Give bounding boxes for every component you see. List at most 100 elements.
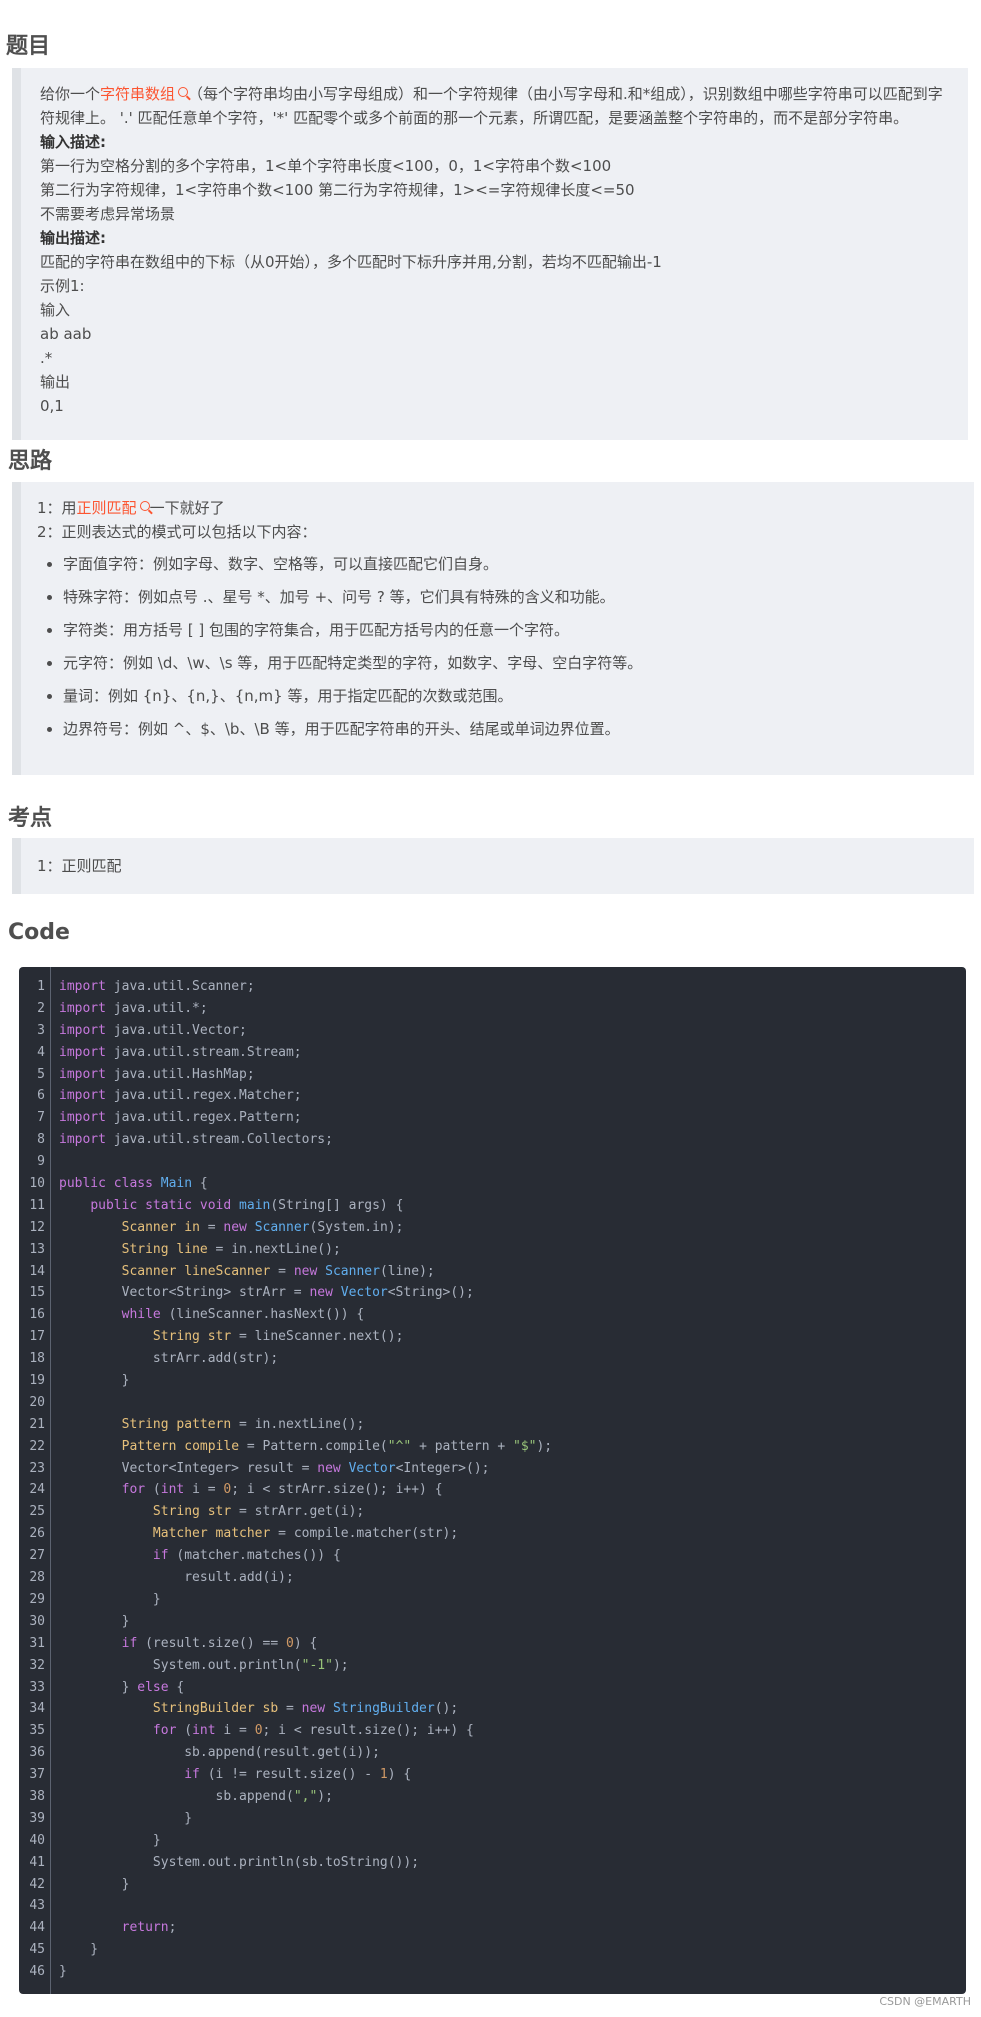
line-number: 23 <box>29 1460 45 1476</box>
output-line: 输出 <box>40 373 71 391</box>
line-number: 22 <box>29 1438 45 1454</box>
code-line: StringBuilder sb = new StringBuilder(); <box>152 1701 459 1717</box>
output-line: .* <box>40 349 53 367</box>
code-line: } <box>59 1613 130 1629</box>
line-number: 33 <box>29 1679 45 1695</box>
search-icon[interactable] <box>139 501 150 511</box>
line-number: 46 <box>29 1964 45 1980</box>
line-number: 16 <box>29 1307 45 1323</box>
code-line: Vector<String> strArr = new Vector<Strin… <box>59 1285 474 1301</box>
line-number: 40 <box>29 1832 45 1848</box>
line-number: 29 <box>29 1591 45 1607</box>
desc-prefix: 给你一个 <box>40 85 101 103</box>
line-number: 13 <box>29 1241 45 1257</box>
key-points-box: 1：正则匹配 <box>12 838 974 894</box>
code-line: System.out.println(sb.toString()); <box>59 1854 420 1870</box>
code-line: for (int i = 0; i < strArr.size(); i++) … <box>121 1482 443 1498</box>
code-line: import java.util.regex.Matcher; <box>59 1088 302 1104</box>
desc-rest: （每个字符串均由小写字母组成）和一个字符规律（由小写字母和.和*组成），识别数组… <box>40 85 943 127</box>
code-line: } <box>59 1832 161 1848</box>
line-number: 34 <box>29 1701 45 1717</box>
code-line: String pattern = in.nextLine(); <box>121 1416 365 1432</box>
code-line: for (int i = 0; i < result.size(); i++) … <box>152 1723 474 1739</box>
line-number: 14 <box>29 1263 45 1279</box>
line-number: 1 <box>37 979 45 994</box>
code-line: import java.util.HashMap; <box>59 1066 255 1082</box>
input-line: 不需要考虑异常场景 <box>40 205 176 223</box>
list-item: 字面值字符：例如字母、数字、空格等，可以直接匹配它们自身。 <box>63 548 962 581</box>
output-line: 匹配的字符串在数组中的下标（从0开始），多个匹配时下标升序并用,分割，若均不匹配… <box>40 253 662 271</box>
line-number: 11 <box>29 1197 45 1213</box>
output-line: 示例1: <box>40 277 85 295</box>
line-number: 35 <box>29 1723 45 1739</box>
code-line: import java.util.regex.Pattern; <box>59 1110 302 1126</box>
line-number: 5 <box>37 1066 45 1082</box>
code-line: result.add(i); <box>59 1570 294 1586</box>
line-number: 25 <box>29 1504 45 1520</box>
list-item: 特殊字符：例如点号 .、星号 *、加号 +、问号 ? 等，它们具有特殊的含义和功… <box>63 581 962 614</box>
code-line: sb.append(","); <box>59 1788 333 1804</box>
line-number: 3 <box>37 1022 45 1038</box>
code-line: } else { <box>59 1679 185 1695</box>
code-line: if (i != result.size() - 1) { <box>184 1767 412 1783</box>
problem-box: 给你一个字符串数组 （每个字符串均由小写字母组成）和一个字符规律（由小写字母和.和… <box>12 68 968 440</box>
line-number: 42 <box>29 1876 45 1892</box>
code-line: public class Main { <box>59 1176 208 1192</box>
idea-line-2: 2：正则表达式的模式可以包括以下内容： <box>37 523 317 541</box>
line-number: 20 <box>29 1394 45 1410</box>
code-line: return; <box>121 1920 177 1936</box>
idea-line-1-suffix: 一下就好了 <box>149 499 225 517</box>
code-line: sb.append(result.get(i)); <box>59 1745 380 1761</box>
code-line: } <box>59 1876 130 1892</box>
output-line: ab aab <box>40 325 92 343</box>
idea-line-1-prefix: 1：用 <box>37 499 77 517</box>
line-number: 39 <box>29 1810 45 1826</box>
line-number: 45 <box>29 1942 45 1958</box>
code-line: Matcher matcher = compile.matcher(str); <box>152 1526 459 1542</box>
code-line: import java.util.*; <box>59 1000 208 1016</box>
code-line: import java.util.stream.Collectors; <box>59 1132 333 1148</box>
line-number: 26 <box>29 1526 45 1542</box>
line-number: 43 <box>29 1898 45 1914</box>
heading-idea: 思路 <box>8 449 53 474</box>
heading-key-points: 考点 <box>8 806 53 831</box>
code-line: public static void main(String[] args) { <box>90 1197 404 1213</box>
line-number: 32 <box>29 1657 45 1673</box>
search-icon[interactable] <box>178 87 189 97</box>
code-line: if (result.size() == 0) { <box>121 1635 318 1651</box>
code-line: import java.util.Vector; <box>59 1022 247 1038</box>
list-item: 边界符号：例如 ^、$、\b、\B 等，用于匹配字符串的开头、结尾或单词边界位置… <box>63 713 962 746</box>
code-line: if (matcher.matches()) { <box>152 1548 341 1564</box>
line-number: 2 <box>37 1000 45 1016</box>
code-line: import java.util.stream.Stream; <box>59 1044 302 1060</box>
code-line: } <box>59 1942 99 1958</box>
code-line: } <box>59 1810 193 1826</box>
code-line: String str = strArr.get(i); <box>152 1504 365 1520</box>
line-number: 12 <box>29 1219 45 1235</box>
line-number: 10 <box>29 1176 45 1192</box>
line-number: 18 <box>29 1351 45 1367</box>
idea-bullet-list: 字面值字符：例如字母、数字、空格等，可以直接匹配它们自身。 特殊字符：例如点号 … <box>37 548 962 746</box>
line-number: 44 <box>29 1920 45 1936</box>
line-number: 38 <box>29 1788 45 1804</box>
code-line: } <box>59 1591 161 1607</box>
list-item: 元字符：例如 \d、\w、\s 等，用于匹配特定类型的字符，如数字、字母、空白字… <box>63 647 962 680</box>
input-line: 第二行为字符规律，1<字符串个数<100 第二行为字符规律，1><=字符规律长度… <box>40 181 635 199</box>
line-number: 37 <box>29 1767 45 1783</box>
line-number: 21 <box>29 1416 45 1432</box>
code-block: 1 2 3 4 5 6 7 8 9 10 11 12 13 14 15 16 17 18 19 20 21 22 23 24 2… <box>19 967 966 1994</box>
code-lines: import java.util.Scanner; import java.uti… <box>59 976 552 1983</box>
link-string-array[interactable]: 字符串数组 <box>100 85 175 103</box>
gutter-divider <box>50 967 51 1994</box>
code-line: Scanner lineScanner = new Scanner(line); <box>121 1263 435 1279</box>
key-point-line: 1：正则匹配 <box>37 857 122 875</box>
line-number: 28 <box>29 1570 45 1586</box>
line-number: 30 <box>29 1613 45 1629</box>
link-regex[interactable]: 正则匹配 <box>77 499 137 517</box>
code-line: String line = in.nextLine(); <box>121 1241 341 1257</box>
code-line: Scanner in = new Scanner(System.in); <box>121 1219 404 1235</box>
output-line: 0,1 <box>40 397 64 415</box>
line-number: 24 <box>29 1482 45 1498</box>
